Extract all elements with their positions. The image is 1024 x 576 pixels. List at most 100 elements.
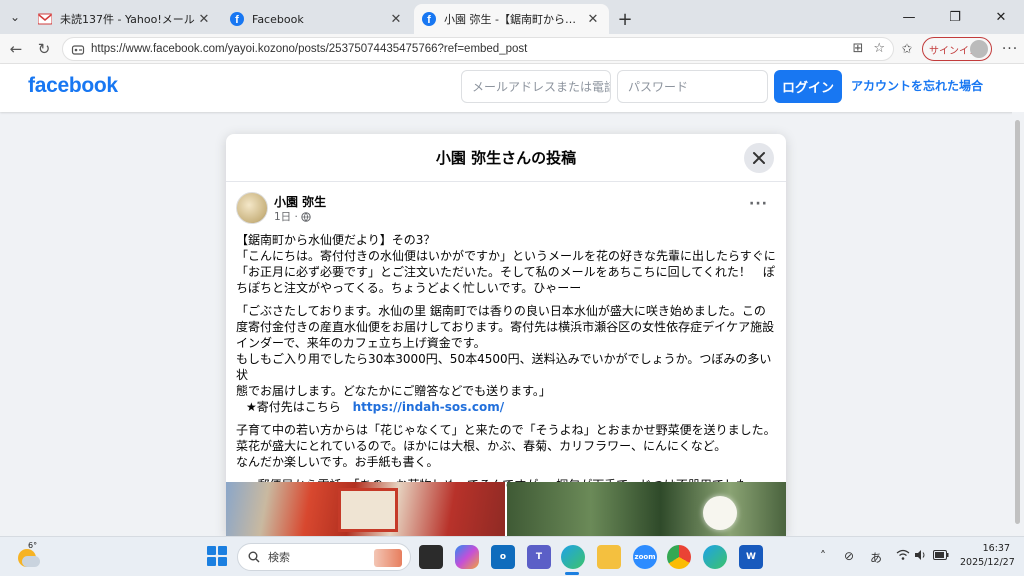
author-name[interactable]: 小園 弥生: [274, 193, 326, 210]
post-line: 態でお届けします。どなたかにご贈答などでも送ります。」: [236, 384, 551, 398]
avatar[interactable]: [236, 192, 268, 224]
chevron-down-icon: ⌄: [9, 10, 21, 24]
more-dots-icon: ···: [1001, 41, 1019, 57]
volume-icon[interactable]: [914, 549, 926, 564]
word-icon[interactable]: W: [739, 545, 763, 569]
framed-picture: [338, 488, 398, 532]
favorites-icon: ✩: [901, 41, 913, 57]
zoom-icon[interactable]: zoom: [633, 545, 657, 569]
close-window-button[interactable]: ✕: [978, 0, 1024, 34]
browser-toolbar: ← ↻ https://www.facebook.com/yayoi.kozon…: [0, 34, 1024, 64]
tab-actions-menu-button[interactable]: ⌄: [0, 0, 30, 34]
new-tab-button[interactable]: +: [611, 4, 639, 34]
narcissus-flower: [703, 496, 737, 530]
sync-off-icon[interactable]: ⊘: [844, 549, 854, 563]
post-paragraph: 【鋸南町から水仙便だより】その3？ 「こんにちは。寄付付きの水仙便はいかがですか…: [236, 232, 781, 296]
donation-link[interactable]: https://indah-sos.com/: [353, 400, 505, 414]
yahoo-mail-icon: [38, 12, 52, 26]
system-clock[interactable]: 16:37 2025/12/27: [960, 542, 1015, 570]
edge-icon[interactable]: [561, 545, 585, 569]
post-options-button[interactable]: ···: [749, 196, 768, 212]
login-button[interactable]: ログイン: [774, 70, 842, 103]
post-body: 【鋸南町から水仙便だより】その3？ 「こんにちは。寄付付きの水仙便はいかがですか…: [236, 232, 781, 500]
outlook-icon[interactable]: o: [491, 545, 515, 569]
clock-time: 16:37: [982, 543, 1010, 554]
post-line: ちぽちと注文がやってくる。ちょうどよく忙しいです。ひゃーー: [236, 281, 582, 295]
page-scrollbar[interactable]: [1012, 112, 1024, 536]
wifi-icon[interactable]: [896, 549, 910, 564]
tab-yahoo-mail[interactable]: 未読137件 - Yahoo!メール ✕: [30, 4, 220, 34]
post-line: インダーで、来年のカフェ立ち上げ資金です。: [236, 336, 486, 350]
post-line: 「ごぶさたしております。水仙の里 鋸南町では香りの良い日本水仙が盛大に咲き始めま…: [236, 304, 766, 318]
chrome-icon[interactable]: [667, 545, 691, 569]
browser-tab-strip: ⌄ 未読137件 - Yahoo!メール ✕ f Facebook ✕ f 小園…: [0, 0, 1024, 34]
restore-button[interactable]: ❐: [932, 0, 978, 34]
scrollbar-thumb[interactable]: [1015, 120, 1020, 524]
browser-menu-button[interactable]: ···: [998, 34, 1022, 64]
post-paragraph: 「ごぶさたしております。水仙の里 鋸南町では香りの良い日本水仙が盛大に咲き始めま…: [236, 303, 781, 415]
chevron-up-icon[interactable]: ˄: [820, 549, 826, 563]
facebook-header: facebook メールアドレスまたは電話番号 パスワード ログイン アカウント…: [0, 64, 1024, 112]
facebook-icon: f: [230, 12, 244, 26]
forgot-account-link[interactable]: アカウントを忘れた場合: [851, 77, 983, 94]
post-line: 子育て中の若い方からは「花じゃなくて」と来たので「そうよね」とおまかせ野菜便を送…: [236, 423, 776, 437]
refresh-button[interactable]: ↻: [30, 35, 58, 63]
weather-widget[interactable]: 6°: [14, 541, 42, 571]
dialog-close-button[interactable]: [744, 143, 774, 173]
tab-title: 小園 弥生 -【鋸南町から水仙便だよ: [444, 13, 585, 26]
close-tab-icon[interactable]: ✕: [388, 12, 404, 27]
task-view-icon[interactable]: [419, 545, 443, 569]
post-meta: 1日 ·: [274, 209, 311, 224]
dialog-header: 小園 弥生さんの投稿: [226, 134, 786, 182]
globe-icon: [301, 211, 311, 222]
app-available-icon[interactable]: ⊞: [852, 41, 863, 56]
password-field[interactable]: パスワード: [617, 70, 768, 103]
windows-icon-part: [207, 557, 216, 566]
file-explorer-icon[interactable]: [597, 545, 621, 569]
close-tab-icon[interactable]: ✕: [585, 12, 601, 27]
search-highlight-icon: [374, 549, 402, 567]
battery-icon[interactable]: [933, 549, 949, 563]
tab-post-active[interactable]: f 小園 弥生 -【鋸南町から水仙便だよ ✕: [414, 4, 609, 34]
favorite-star-icon[interactable]: ☆: [873, 41, 885, 56]
post-paragraph: 子育て中の若い方からは「花じゃなくて」と来たので「そうよね」とおまかせ野菜便を送…: [236, 422, 781, 470]
more-dots-icon: ···: [749, 196, 768, 212]
post-image-2[interactable]: [507, 482, 786, 536]
restore-icon: ❐: [949, 9, 961, 25]
windows-icon: [207, 546, 216, 555]
edge-beta-icon[interactable]: [703, 545, 727, 569]
ime-indicator[interactable]: あ: [870, 549, 882, 566]
favorites-button[interactable]: ✩: [896, 37, 918, 61]
post-line: 【鋸南町から水仙便だより】その3？: [236, 233, 436, 247]
back-button[interactable]: ←: [2, 35, 30, 63]
clock-date: 2025/12/27: [960, 557, 1015, 568]
close-tab-icon[interactable]: ✕: [196, 12, 212, 27]
post-images: [226, 482, 786, 536]
post-line: なんだか楽しいです。お手紙も書く。: [236, 455, 439, 469]
post-image-1[interactable]: [226, 482, 505, 536]
taskbar-search[interactable]: 検索: [237, 543, 411, 571]
signin-button[interactable]: サインイン: [922, 37, 992, 61]
windows-icon-part: [218, 557, 227, 566]
copilot-icon[interactable]: [455, 545, 479, 569]
close-icon: [753, 152, 765, 164]
teams-icon[interactable]: T: [527, 545, 551, 569]
minimize-icon: —: [902, 9, 916, 25]
taskbar: 6° 検索 o T zoom W ˄ ⊘ あ 16:37 2025/12/27: [0, 536, 1024, 576]
search-label: 検索: [268, 551, 290, 564]
cloud-icon: [22, 556, 40, 567]
tab-title: Facebook: [252, 12, 304, 26]
temperature: 6°: [28, 541, 38, 550]
facebook-logo[interactable]: facebook: [28, 74, 118, 98]
tab-facebook[interactable]: f Facebook ✕: [222, 4, 412, 34]
email-field[interactable]: メールアドレスまたは電話番号: [461, 70, 611, 103]
minimize-button[interactable]: —: [886, 0, 932, 34]
post-time[interactable]: 1日 ·: [274, 209, 298, 224]
post-line: 「お正月に必ず必要です」とご注文いただいた。そして私のメールをあちこちに回してく…: [236, 265, 775, 279]
active-app-indicator: [565, 572, 579, 575]
start-button[interactable]: [207, 546, 227, 566]
post-line: 「こんにちは。寄付付きの水仙便はいかがですか」というメールを花の好きな先輩に出し…: [236, 249, 776, 263]
address-bar[interactable]: https://www.facebook.com/yayoi.kozono/po…: [62, 37, 894, 61]
url-text: https://www.facebook.com/yayoi.kozono/po…: [91, 43, 528, 55]
site-info-icon[interactable]: [71, 42, 85, 56]
